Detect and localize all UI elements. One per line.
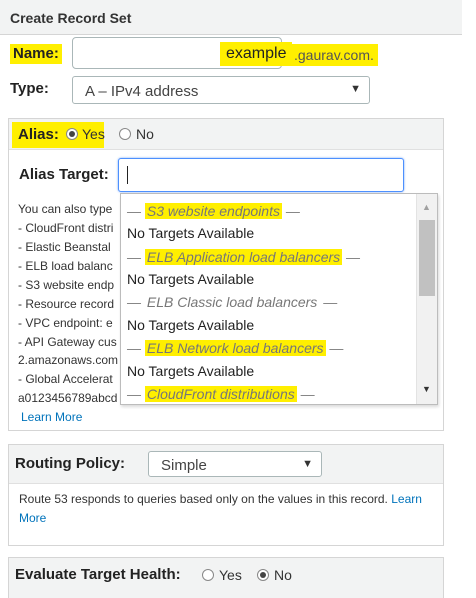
domain-suffix: .gaurav.com. — [290, 44, 378, 66]
alias-desc-line: - API Gateway cus — [18, 335, 117, 349]
dropdown-group-header: — S3 website endpoints — — [127, 203, 300, 219]
dropdown-option[interactable]: No Targets Available — [127, 314, 417, 336]
routing-policy-value: Simple — [161, 457, 207, 474]
alias-target-label: Alias Target: — [19, 166, 109, 183]
type-select-value: A – IPv4 address — [85, 83, 199, 100]
alias-desc-line: 2.amazonaws.com — [18, 353, 119, 367]
evaluate-no-label[interactable]: No — [274, 567, 292, 583]
alias-yes-radio[interactable] — [66, 128, 78, 140]
alias-label: Alias: — [18, 126, 59, 143]
alias-learn-more-link[interactable]: Learn More — [21, 410, 82, 424]
dropdown-group-header: — ELB Classic load balancers — — [127, 294, 338, 310]
dropdown-group-header: — ELB Network load balancers — — [127, 340, 344, 356]
dropdown-group-header: — ELB Application load balancers — — [127, 249, 361, 265]
dropdown-group-header: — CloudFront distributions — — [127, 386, 315, 402]
alias-target-dropdown[interactable]: — S3 website endpoints — No Targets Avai… — [120, 193, 438, 405]
panel-title: Create Record Set — [10, 10, 132, 26]
alias-desc-line: - Global Accelerat — [18, 372, 113, 386]
text-caret — [127, 166, 128, 184]
dropdown-option[interactable]: No Targets Available — [127, 360, 417, 382]
alias-target-input[interactable] — [118, 158, 404, 192]
type-select[interactable]: A – IPv4 address ▼ — [72, 76, 370, 104]
scroll-up-arrow-icon[interactable]: ▲ — [422, 202, 431, 212]
name-input-value: example — [220, 42, 293, 66]
scrollbar-thumb[interactable] — [419, 220, 435, 296]
type-label: Type: — [10, 80, 49, 97]
routing-policy-description: Route 53 responds to queries based only … — [19, 490, 439, 528]
dropdown-scrollbar[interactable]: ▲ ▼ — [416, 194, 437, 404]
chevron-down-icon: ▼ — [302, 458, 313, 470]
alias-yes-label[interactable]: Yes — [82, 126, 105, 142]
routing-policy-label: Routing Policy: — [15, 455, 125, 472]
dropdown-option[interactable]: No Targets Available — [127, 222, 417, 244]
alias-desc-line: - S3 website endp — [18, 278, 115, 292]
alias-desc-line: - Resource record — [18, 297, 115, 311]
alias-no-label[interactable]: No — [136, 126, 154, 142]
evaluate-yes-radio[interactable] — [202, 569, 214, 581]
alias-no-radio[interactable] — [119, 128, 131, 140]
evaluate-target-health-label: Evaluate Target Health: — [15, 566, 181, 583]
routing-policy-select[interactable]: Simple ▼ — [148, 451, 322, 477]
routing-description-text: Route 53 responds to queries based only … — [19, 492, 388, 506]
alias-desc-line: You can also type — [18, 202, 113, 216]
evaluate-no-radio[interactable] — [257, 569, 269, 581]
alias-desc-line: - CloudFront distri — [18, 221, 114, 235]
alias-desc-line: - ELB load balanc — [18, 259, 113, 273]
scroll-down-arrow-icon[interactable]: ▼ — [422, 384, 431, 394]
alias-desc-line: - VPC endpoint: e — [18, 316, 113, 330]
chevron-down-icon: ▼ — [350, 83, 361, 95]
alias-desc-line: - Elastic Beanstal — [18, 240, 111, 254]
dropdown-option[interactable]: No Targets Available — [127, 268, 417, 290]
name-label: Name: — [10, 44, 62, 64]
alias-desc-line: a0123456789abcd — [18, 391, 118, 405]
evaluate-yes-label[interactable]: Yes — [219, 567, 242, 583]
